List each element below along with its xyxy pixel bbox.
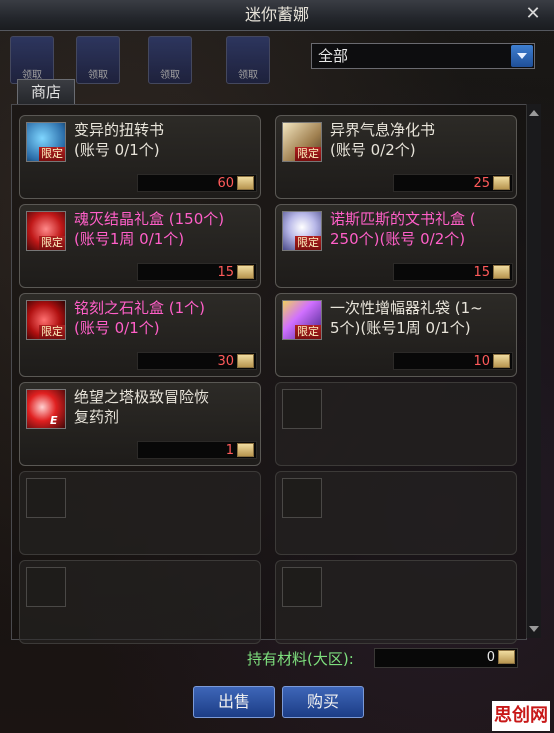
shop-item-5[interactable]: 限定 铭刻之石礼盒 (1个) (账号 0/1个) 30 (19, 293, 261, 377)
stone-box-icon: 限定 (26, 300, 66, 340)
shop-item-4[interactable]: 限定 诺斯匹斯的文书礼盒 ( 250个)(账号 0/2个) 15 (275, 204, 517, 288)
filter-dropdown[interactable]: 全部 (311, 43, 535, 69)
empty-slot (275, 560, 517, 644)
limited-badge: 限定 (295, 325, 321, 339)
material-coin-icon (493, 265, 510, 279)
top-icon-label: 领取 (160, 70, 180, 81)
price-box: 15 (137, 263, 257, 281)
item-name: 异界气息净化书 (账号 0/2个) (330, 121, 436, 159)
material-coin-icon (237, 265, 254, 279)
scroll-icon: 限定 (282, 122, 322, 162)
top-icon-4[interactable]: 领取 (226, 36, 270, 84)
limited-badge: 限定 (39, 236, 65, 250)
empty-slot (275, 471, 517, 555)
limited-badge: 限定 (295, 236, 321, 250)
window-titlebar: 迷你蓄娜 ✕ (0, 0, 554, 31)
tab-shop[interactable]: 商店 (17, 79, 75, 105)
item-price: 1 (225, 443, 234, 458)
top-icon-label: 领取 (238, 70, 258, 81)
e-badge: E (50, 414, 58, 427)
top-icon-strip: 领取 领取 领取 领取 (0, 30, 300, 86)
shop-item-7[interactable]: E 绝望之塔极致冒险恢 复药剂 1 (19, 382, 261, 466)
price-box: 1 (137, 441, 257, 459)
top-icon-label: 领取 (88, 70, 108, 81)
scrollbar[interactable] (526, 104, 541, 638)
chevron-down-icon[interactable] (511, 45, 533, 67)
item-price: 15 (473, 265, 490, 280)
material-coin-icon (237, 354, 254, 368)
material-value-box: 0 (374, 648, 518, 668)
empty-slot-placeholder (282, 478, 322, 518)
item-name: 诺斯匹斯的文书礼盒 ( 250个)(账号 0/2个) (330, 210, 476, 248)
shop-item-2[interactable]: 限定 异界气息净化书 (账号 0/2个) 25 (275, 115, 517, 199)
empty-slot-placeholder (26, 478, 66, 518)
scroll-icon: 限定 (26, 122, 66, 162)
item-name: 魂灭结晶礼盒 (150个) (账号1周 0/1个) (74, 210, 225, 248)
material-value: 0 (486, 650, 495, 665)
limited-badge: 限定 (39, 147, 65, 161)
document-box-icon: 限定 (282, 211, 322, 251)
price-box: 25 (393, 174, 513, 192)
item-price: 15 (217, 265, 234, 280)
item-name: 铭刻之石礼盒 (1个) (账号 0/1个) (74, 299, 206, 337)
price-box: 15 (393, 263, 513, 281)
empty-slot (275, 382, 517, 466)
material-coin-icon (498, 650, 515, 664)
item-name: 一次性增幅器礼袋 (1~ 5个)(账号1周 0/1个) (330, 299, 483, 337)
buy-button[interactable]: 购买 (282, 686, 364, 718)
top-icon-2[interactable]: 领取 (76, 36, 120, 84)
material-coin-icon (493, 176, 510, 190)
item-price: 10 (473, 354, 490, 369)
item-name: 变异的扭转书 (账号 0/1个) (74, 121, 165, 159)
sell-button[interactable]: 出售 (193, 686, 275, 718)
material-coin-icon (237, 176, 254, 190)
item-price: 25 (473, 176, 490, 191)
material-coin-icon (237, 443, 254, 457)
limited-badge: 限定 (295, 147, 321, 161)
price-box: 30 (137, 352, 257, 370)
shop-item-3[interactable]: 限定 魂灭结晶礼盒 (150个) (账号1周 0/1个) 15 (19, 204, 261, 288)
price-box: 10 (393, 352, 513, 370)
empty-slot-placeholder (282, 567, 322, 607)
shop-item-6[interactable]: 限定 一次性增幅器礼袋 (1~ 5个)(账号1周 0/1个) 10 (275, 293, 517, 377)
potion-icon: E (26, 389, 66, 429)
filter-selected: 全部 (318, 47, 349, 65)
window-title: 迷你蓄娜 (244, 5, 309, 24)
limited-badge: 限定 (39, 325, 65, 339)
item-price: 30 (217, 354, 234, 369)
empty-slot (19, 560, 261, 644)
material-coin-icon (493, 354, 510, 368)
shop-item-1[interactable]: 限定 变异的扭转书 (账号 0/1个) 60 (19, 115, 261, 199)
amplifier-bag-icon: 限定 (282, 300, 322, 340)
empty-slot-placeholder (26, 567, 66, 607)
close-icon[interactable]: ✕ (522, 3, 544, 25)
shop-panel: 限定 变异的扭转书 (账号 0/1个) 60 限定 异界气息净化书 (账号 0/… (11, 104, 527, 644)
item-name: 绝望之塔极致冒险恢 复药剂 (74, 388, 210, 426)
crystal-box-icon: 限定 (26, 211, 66, 251)
price-box: 60 (137, 174, 257, 192)
scroll-down-icon[interactable] (529, 626, 539, 632)
top-icon-1[interactable]: 领取 (10, 36, 54, 84)
scroll-up-icon[interactable] (529, 110, 539, 116)
empty-slot-placeholder (282, 389, 322, 429)
top-icon-3[interactable]: 领取 (148, 36, 192, 84)
item-price: 60 (217, 176, 234, 191)
empty-slot (19, 471, 261, 555)
watermark-logo: 思创网 (492, 701, 550, 731)
material-label: 持有材料(大区): (247, 650, 354, 668)
